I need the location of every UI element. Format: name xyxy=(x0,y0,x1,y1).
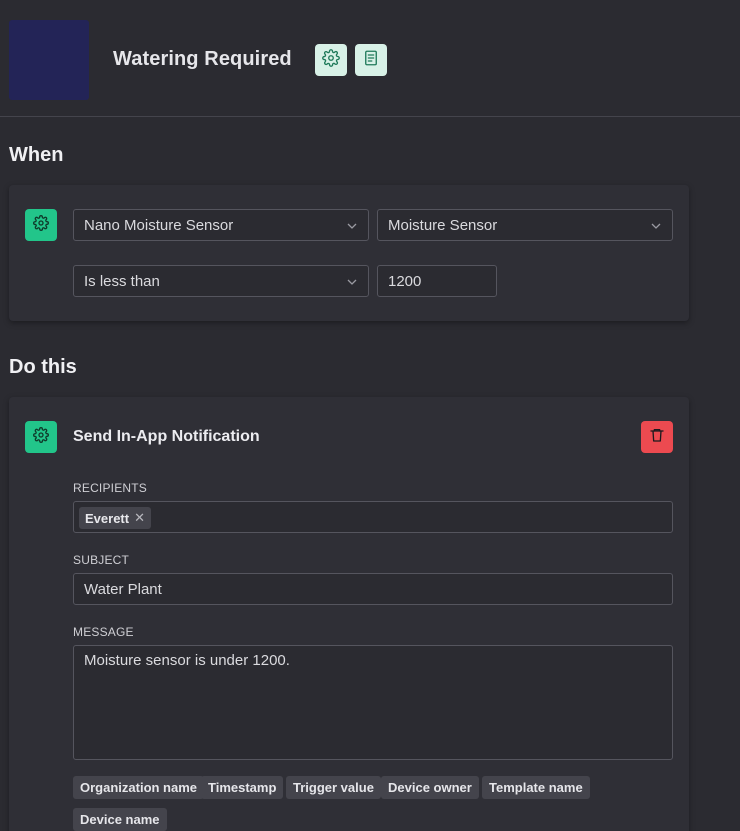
when-heading: When xyxy=(9,144,64,166)
device-select-value: Nano Moisture Sensor xyxy=(84,216,234,234)
message-textarea[interactable]: Moisture sensor is under 1200. xyxy=(73,645,673,760)
trash-icon xyxy=(649,427,665,448)
action-settings-button[interactable] xyxy=(25,421,57,453)
remove-recipient-icon[interactable]: ✕ xyxy=(134,510,145,526)
gear-icon xyxy=(33,214,49,236)
placeholder-tag-template-name[interactable]: Template name xyxy=(482,776,590,799)
placeholder-tag-trigger-value[interactable]: Trigger value xyxy=(286,776,381,799)
chevron-down-icon xyxy=(650,219,662,236)
recipient-chip-label: Everett xyxy=(85,510,130,526)
trigger-settings-button[interactable] xyxy=(25,209,57,241)
action-card: Send In-App Notification RECIPIENTS Ever… xyxy=(9,397,689,831)
message-textarea-value: Moisture sensor is under 1200. xyxy=(84,652,290,669)
message-label: MESSAGE xyxy=(73,625,134,639)
page-title: Watering Required xyxy=(113,48,292,70)
recipient-chip: Everett ✕ xyxy=(79,507,151,529)
subject-label: SUBJECT xyxy=(73,553,130,567)
placeholder-tag-device-owner[interactable]: Device owner xyxy=(381,776,479,799)
device-select[interactable]: Nano Moisture Sensor xyxy=(73,209,369,241)
threshold-input[interactable]: 1200 xyxy=(377,265,497,297)
action-title: Send In-App Notification xyxy=(73,428,260,445)
document-icon xyxy=(362,49,380,72)
subject-input-value: Water Plant xyxy=(84,580,162,598)
operator-select[interactable]: Is less than xyxy=(73,265,369,297)
trigger-card: Nano Moisture Sensor Moisture Sensor Is … xyxy=(9,185,689,321)
template-image[interactable] xyxy=(9,20,89,100)
operator-select-value: Is less than xyxy=(84,272,160,290)
recipients-label: RECIPIENTS xyxy=(73,481,148,495)
recipients-input[interactable]: Everett ✕ xyxy=(73,501,673,533)
placeholder-tag-device-name[interactable]: Device name xyxy=(73,808,167,831)
do-this-heading: Do this xyxy=(9,356,77,378)
chevron-down-icon xyxy=(346,275,358,292)
chevron-down-icon xyxy=(346,219,358,236)
gear-icon xyxy=(322,48,340,72)
page-header: Watering Required xyxy=(0,0,740,117)
datastream-select[interactable]: Moisture Sensor xyxy=(377,209,673,241)
placeholder-tag-organization-name[interactable]: Organization name xyxy=(73,776,205,799)
settings-button[interactable] xyxy=(315,44,347,76)
datastream-select-value: Moisture Sensor xyxy=(388,216,498,234)
delete-action-button[interactable] xyxy=(641,421,673,453)
gear-icon xyxy=(33,426,49,448)
threshold-input-value: 1200 xyxy=(388,272,422,290)
notes-button[interactable] xyxy=(355,44,387,76)
placeholder-tag-timestamp[interactable]: Timestamp xyxy=(201,776,284,799)
subject-input[interactable]: Water Plant xyxy=(73,573,673,605)
